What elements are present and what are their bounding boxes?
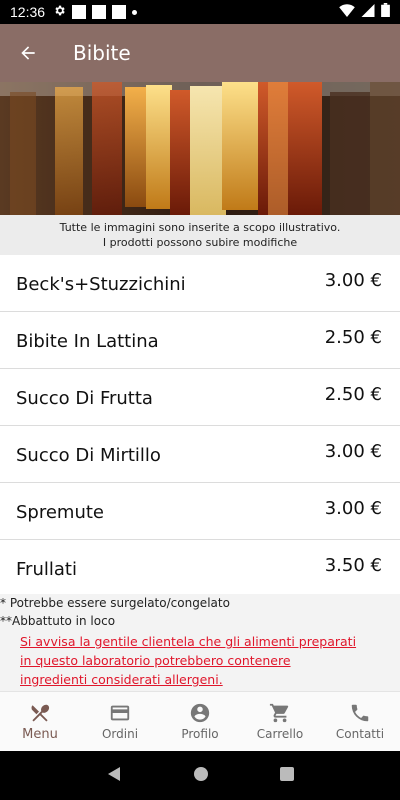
- list-item[interactable]: Succo Di Mirtillo 3.00 €: [0, 426, 400, 483]
- phone-icon: [351, 704, 369, 722]
- notification-icon: [72, 5, 87, 19]
- item-price: 3.50 €: [324, 555, 382, 576]
- footer-notes: * Potrebbe essere surgelato/congelato **…: [0, 594, 400, 691]
- nav-label: Carrello: [256, 727, 304, 741]
- allergen-warning: Si avvisa la gentile clientela che gli a…: [20, 634, 357, 687]
- nav-label: Ordini: [101, 727, 139, 741]
- list-item[interactable]: Bibite In Lattina 2.50 €: [0, 312, 400, 369]
- page-title: Bibite: [73, 41, 131, 65]
- system-navigation-bar: [0, 751, 400, 800]
- notification-icon: [112, 5, 127, 19]
- item-name: Spremute: [16, 501, 105, 523]
- list-item[interactable]: Frullati 3.50 €: [0, 540, 400, 594]
- item-price: 2.50 €: [324, 326, 382, 348]
- hero-image: [0, 82, 400, 215]
- status-time: 12:36: [10, 4, 46, 20]
- disclaimer-line: Tutte le immagini sono inserite a scopo …: [59, 221, 341, 234]
- system-home-button[interactable]: [193, 766, 209, 786]
- triangle-back-icon: [107, 766, 120, 781]
- notification-icon: [92, 5, 107, 19]
- system-recents-button[interactable]: [280, 766, 295, 785]
- wifi-icon: [333, 3, 355, 21]
- cart-icon: [269, 703, 289, 723]
- disclaimer-notice: Tutte le immagini sono inserite a scopo …: [0, 215, 400, 255]
- nav-contacts[interactable]: Contatti: [320, 692, 400, 751]
- item-price: 2.50 €: [324, 383, 382, 405]
- signal-icon: [355, 3, 375, 21]
- cutlery-icon: [31, 704, 50, 722]
- nav-profile[interactable]: Profilo: [160, 692, 240, 751]
- nav-label: Menu: [22, 726, 58, 742]
- battery-icon: [375, 3, 390, 21]
- status-bar: 12:36: [0, 0, 400, 24]
- item-price: 3.00 €: [324, 440, 382, 462]
- item-name: Beck's+Stuzzichini: [16, 273, 186, 295]
- blast-chilled-note: **Abbattuto in loco: [0, 614, 116, 628]
- product-list: Beck's+Stuzzichini 3.00 € Bibite In Latt…: [0, 255, 400, 594]
- settings-icon: [53, 4, 66, 21]
- bottom-navigation: Menu Ordini Profilo Carrello Contatti: [0, 691, 400, 751]
- more-notifications-icon: [132, 9, 138, 15]
- item-name: Frullati: [16, 559, 77, 580]
- nav-label: Contatti: [335, 727, 385, 741]
- system-back-button[interactable]: [106, 766, 122, 786]
- item-price: 3.00 €: [324, 497, 382, 519]
- disclaimer-line: I prodotti possono subire modifiche: [102, 236, 298, 249]
- list-item[interactable]: Beck's+Stuzzichini 3.00 €: [0, 255, 400, 312]
- list-item[interactable]: Spremute 3.00 €: [0, 483, 400, 540]
- item-price: 3.00 €: [324, 269, 382, 291]
- nav-menu[interactable]: Menu: [0, 692, 80, 751]
- circle-home-icon: [193, 766, 208, 781]
- arrow-back-icon: [21, 46, 35, 60]
- frozen-note: * Potrebbe essere surgelato/congelato: [0, 596, 230, 610]
- app-bar: Bibite: [0, 24, 400, 82]
- item-name: Succo Di Frutta: [16, 387, 153, 409]
- item-name: Succo Di Mirtillo: [16, 444, 161, 466]
- nav-label: Profilo: [181, 727, 219, 741]
- card-icon: [110, 705, 130, 721]
- account-icon: [190, 703, 210, 723]
- square-recents-icon: [280, 767, 295, 781]
- list-item[interactable]: Succo Di Frutta 2.50 €: [0, 369, 400, 426]
- item-name: Bibite In Lattina: [16, 330, 159, 352]
- back-button[interactable]: [0, 24, 56, 82]
- nav-orders[interactable]: Ordini: [80, 692, 160, 751]
- nav-cart[interactable]: Carrello: [240, 692, 320, 751]
